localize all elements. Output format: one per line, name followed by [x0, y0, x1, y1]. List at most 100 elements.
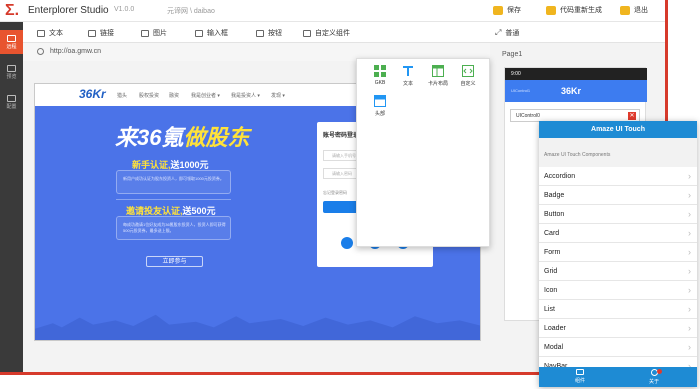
list-item[interactable]: Grid ›	[539, 262, 697, 281]
sidebar-item-label: 预览	[6, 73, 17, 80]
chevron-right-icon: ›	[688, 171, 691, 181]
tab-about[interactable]: 关于	[639, 369, 669, 385]
promo2-box: 每成功邀请1位好友成为36氪股东投资人，投资人即可获得500元投资券，最多送上限…	[116, 216, 231, 240]
list-item-label: Accordion	[544, 173, 576, 180]
url-text[interactable]: http://oa.gmw.cn	[50, 48, 101, 55]
phone-status-bar: 9:00	[505, 68, 647, 80]
component-text[interactable]: 文本	[393, 65, 423, 95]
save-label: 保存	[507, 7, 521, 14]
component-toolbar: 文本 链接 图片 输入框 按钮 自定义组件 ⤢ 普通	[23, 22, 665, 43]
tool-link[interactable]: 链接	[88, 28, 114, 38]
list-item-label: Modal	[544, 344, 564, 351]
project-path: 元谛网 \ daibao	[167, 8, 215, 15]
promo1-box: 新用户成功认证为股东投资人，即可领取1000元投资券。	[116, 170, 231, 194]
regenerate-code-label: 代码重新生成	[560, 7, 602, 14]
monitor-icon	[7, 64, 16, 72]
tool-label: 图片	[153, 30, 167, 37]
list-item[interactable]: Modal ›	[539, 338, 697, 357]
chevron-right-icon: ›	[688, 266, 691, 276]
chevron-right-icon: ›	[688, 342, 691, 352]
image-icon	[141, 29, 149, 37]
top-bar: Σ. Enterplorer Studio V1.0.0 元谛网 \ daiba…	[0, 0, 665, 22]
button-icon	[256, 29, 264, 37]
regenerate-code-button[interactable]: 代码重新生成	[546, 5, 602, 15]
chevron-right-icon: ›	[688, 323, 691, 333]
list-item-label: Form	[544, 249, 561, 256]
promo2-text: 每成功邀请1位好友成为36氪股东投资人，投资人即可获得500元投资券，最多送上限…	[123, 222, 226, 233]
app-logo: Σ.	[5, 2, 20, 19]
nav-link[interactable]: 融资	[169, 92, 179, 99]
promo1-amount: 送1000元	[170, 160, 209, 170]
text-icon	[37, 29, 45, 37]
nav-link[interactable]: 我是创业者 ▾	[191, 92, 220, 99]
nav-link[interactable]: 股权投资	[139, 92, 159, 99]
grid-icon	[374, 65, 386, 77]
amaze-footer-tabbar: 组件 关于	[539, 367, 697, 387]
promo2-amount: 送500元	[182, 206, 216, 216]
nav-link[interactable]: 猎头	[117, 92, 127, 99]
join-now-button[interactable]: 立即参与	[146, 256, 203, 267]
text-icon	[403, 66, 413, 76]
chevron-right-icon: ›	[688, 304, 691, 314]
list-item[interactable]: Accordion ›	[539, 167, 697, 186]
list-item[interactable]: Button ›	[539, 205, 697, 224]
tool-image[interactable]: 图片	[141, 28, 167, 38]
component-card-layout[interactable]: 卡片布局	[423, 65, 453, 95]
nav-link[interactable]: 发现 ▾	[271, 92, 285, 99]
list-item[interactable]: Badge ›	[539, 186, 697, 205]
tool-input[interactable]: 输入框	[195, 28, 228, 38]
component-gkb[interactable]: GKB	[365, 65, 395, 95]
component-label: GKB	[374, 80, 386, 86]
view-mode-toggle[interactable]: ⤢ 普通	[495, 28, 519, 38]
component-header[interactable]: 头部	[365, 95, 395, 125]
sidebar-item-remote[interactable]: 远程	[0, 30, 23, 54]
tab-label: 关于	[648, 379, 659, 385]
phone-header[interactable]: UIControl1 36Kr	[505, 80, 647, 102]
promo-divider	[116, 199, 231, 200]
sidebar-item-preview[interactable]: 预览	[0, 60, 23, 84]
tool-button[interactable]: 按钮	[256, 28, 282, 38]
save-button[interactable]: 保存	[493, 5, 521, 15]
list-item-label: List	[544, 306, 555, 313]
component-custom[interactable]: 自定义	[453, 65, 483, 95]
config-icon	[7, 94, 16, 102]
globe-icon	[37, 48, 44, 55]
input-icon	[195, 29, 203, 37]
tab-components[interactable]: 组件	[565, 369, 595, 384]
list-item[interactable]: Loader ›	[539, 319, 697, 338]
exit-button[interactable]: 退出	[620, 5, 648, 15]
list-item[interactable]: Form ›	[539, 243, 697, 262]
view-mode-label: 普通	[505, 30, 520, 37]
card-layout-icon	[432, 65, 444, 77]
code-icon	[546, 5, 556, 15]
tool-text[interactable]: 文本	[37, 28, 63, 38]
tab-label: 组件	[574, 378, 585, 384]
amaze-ui-panel: Amaze UI Touch Amaze UI Touch Components…	[539, 121, 697, 387]
link-icon	[88, 29, 96, 37]
component-popup: GKB 文本 卡片布局 自定义 头部	[356, 58, 490, 247]
promo2-head-text: 邀请投友认证,	[126, 206, 183, 216]
list-item-label: Grid	[544, 268, 558, 275]
list-item[interactable]: Icon ›	[539, 281, 697, 300]
list-item[interactable]: List ›	[539, 300, 697, 319]
close-icon[interactable]: ✕	[628, 112, 636, 120]
component-label: 自定义	[460, 81, 476, 87]
exit-label: 退出	[634, 7, 648, 14]
phone-time: 9:00	[511, 71, 521, 77]
tool-custom-component[interactable]: 自定义组件	[303, 28, 350, 38]
login-title: 账号密码登录	[323, 133, 360, 139]
hero-title: 来36氪做股东	[115, 120, 250, 152]
forgot-password-link[interactable]: 忘记登录密码	[323, 190, 347, 196]
phone-header-control: UIControl1	[511, 88, 531, 93]
app-brand: Enterplorer Studio	[28, 5, 109, 16]
component-icon	[303, 29, 311, 37]
nav-link[interactable]: 我是投资人 ▾	[231, 92, 260, 99]
tool-label: 文本	[49, 30, 63, 37]
sidebar-item-config[interactable]: 配置	[0, 90, 23, 114]
list-item[interactable]: Card ›	[539, 224, 697, 243]
amaze-title: Amaze UI Touch	[539, 121, 697, 138]
phone-header-title: 36Kr	[561, 86, 582, 96]
edit-icon	[7, 34, 16, 42]
hero-title-white: 来36氪	[115, 125, 184, 150]
qq-icon[interactable]	[341, 237, 353, 249]
